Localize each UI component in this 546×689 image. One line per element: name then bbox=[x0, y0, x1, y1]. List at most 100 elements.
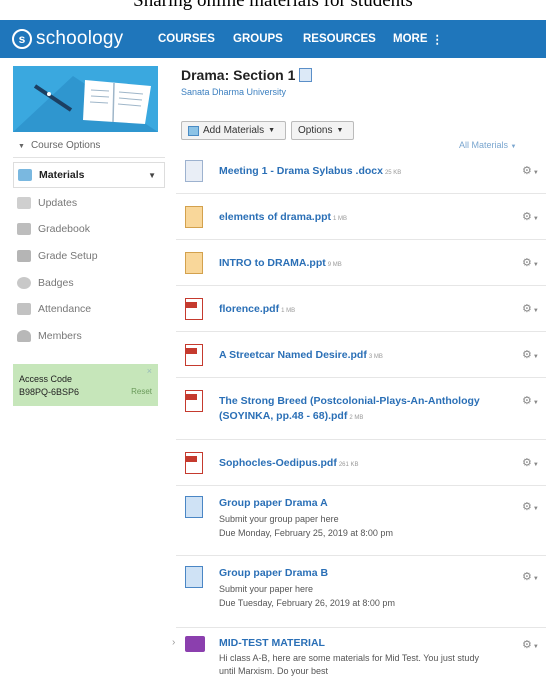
logo-text: schoology bbox=[36, 28, 124, 49]
material-link[interactable]: florence.pdf 1 MB bbox=[219, 302, 295, 319]
material-item[interactable]: A Streetcar Named Desire.pdf 3 MB ⚙▼ bbox=[176, 332, 546, 378]
material-item[interactable]: The Strong Breed (Postcolonial-Plays-An-… bbox=[176, 378, 546, 440]
close-icon[interactable]: × bbox=[147, 366, 152, 376]
divider bbox=[13, 157, 165, 158]
assignment-due-date: Due Monday, February 25, 2019 at 8:00 pm bbox=[219, 528, 393, 538]
gear-menu[interactable]: ⚙▼ bbox=[522, 394, 539, 407]
nav-more[interactable]: MORE ⋮ bbox=[393, 20, 443, 58]
gear-menu[interactable]: ⚙▼ bbox=[522, 570, 539, 583]
nav-groups[interactable]: GROUPS bbox=[233, 20, 283, 58]
add-materials-button[interactable]: Add Materials ▼ bbox=[181, 121, 286, 140]
sidebar-item-label: Grade Setup bbox=[38, 250, 98, 262]
material-item[interactable]: INTRO to DRAMA.ppt 9 MB ⚙▼ bbox=[176, 240, 546, 286]
caret-down-icon: ▼ bbox=[336, 127, 344, 134]
materials-icon bbox=[18, 169, 32, 181]
material-item[interactable]: Sophocles-Oedipus.pdf 261 KB ⚙▼ bbox=[176, 440, 546, 486]
material-item[interactable]: florence.pdf 1 MB ⚙▼ bbox=[176, 286, 546, 332]
pdf-icon bbox=[185, 390, 203, 412]
caret-down-icon: ▼ bbox=[532, 170, 539, 176]
sidebar-item-label: Updates bbox=[38, 197, 78, 209]
sidebar-item-attendance[interactable]: Attendance bbox=[13, 296, 165, 322]
access-code-box: × Access Code B98PQ-6BSP6 Reset bbox=[13, 364, 158, 406]
nav-courses[interactable]: COURSES bbox=[158, 20, 215, 58]
schoology-logo[interactable]: s schoology bbox=[12, 25, 123, 53]
assignment-link[interactable]: Group paper Drama A bbox=[219, 496, 328, 511]
reset-link[interactable]: Reset bbox=[131, 387, 152, 396]
gear-menu[interactable]: ⚙▼ bbox=[522, 164, 539, 177]
pdf-icon bbox=[185, 298, 203, 320]
material-link[interactable]: Sophocles-Oedipus.pdf 261 KB bbox=[219, 456, 359, 473]
access-code-label: Access Code bbox=[19, 374, 73, 384]
top-navigation-bar: s schoology COURSES GROUPS RESOURCES MOR… bbox=[0, 20, 546, 58]
gear-menu[interactable]: ⚙▼ bbox=[522, 638, 539, 651]
materials-panel: Drama: Section 1 Sanata Dharma Universit… bbox=[170, 58, 546, 689]
material-item[interactable]: Group paper Drama B Submit your paper he… bbox=[176, 556, 546, 628]
sidebar-item-materials[interactable]: Materials ▼ bbox=[13, 162, 165, 188]
nav-more-label: MORE bbox=[393, 33, 428, 45]
book-icon bbox=[299, 68, 313, 82]
caret-down-icon: ▼ bbox=[532, 400, 539, 406]
gear-icon: ⚙ bbox=[522, 571, 532, 583]
material-link[interactable]: INTRO to DRAMA.ppt 9 MB bbox=[219, 256, 342, 273]
material-link[interactable]: elements of drama.ppt 1 MB bbox=[219, 210, 347, 227]
badges-icon bbox=[17, 277, 31, 289]
caret-down-icon: ▼ bbox=[532, 262, 539, 268]
folder-icon bbox=[185, 636, 205, 652]
chevron-right-icon[interactable]: › bbox=[172, 637, 175, 648]
course-sidebar: ▼ Course Options Materials ▼ Updates Grad… bbox=[0, 58, 170, 689]
material-link[interactable]: Meeting 1 - Drama Sylabus .docx 25 KB bbox=[219, 164, 401, 181]
caret-down-icon: ▼ bbox=[532, 576, 539, 582]
add-materials-icon bbox=[188, 125, 199, 136]
gear-menu[interactable]: ⚙▼ bbox=[522, 456, 539, 469]
caret-down-icon: ▼ bbox=[532, 216, 539, 222]
document-icon bbox=[185, 160, 203, 182]
course-image[interactable] bbox=[13, 66, 158, 132]
material-link[interactable]: A Streetcar Named Desire.pdf 3 MB bbox=[219, 348, 383, 365]
assignment-icon bbox=[185, 566, 203, 588]
gear-icon: ⚙ bbox=[522, 211, 532, 223]
sidebar-item-members[interactable]: Members bbox=[13, 323, 165, 349]
gear-icon: ⚙ bbox=[522, 257, 532, 269]
assignment-description: Submit your group paper here bbox=[219, 514, 339, 524]
caret-down-icon: ▼ bbox=[268, 127, 276, 134]
sidebar-item-badges[interactable]: Badges bbox=[13, 270, 165, 296]
pdf-icon bbox=[185, 452, 203, 474]
sidebar-item-updates[interactable]: Updates bbox=[13, 190, 165, 216]
course-title: Drama: Section 1 bbox=[181, 67, 296, 83]
university-link[interactable]: Sanata Dharma University bbox=[181, 87, 286, 97]
gear-menu[interactable]: ⚙▼ bbox=[522, 302, 539, 315]
gear-menu[interactable]: ⚙▼ bbox=[522, 348, 539, 361]
updates-icon bbox=[17, 197, 31, 209]
caret-down-icon: ▼ bbox=[532, 354, 539, 360]
members-icon bbox=[17, 330, 31, 342]
gear-icon: ⚙ bbox=[522, 395, 532, 407]
gear-menu[interactable]: ⚙▼ bbox=[522, 210, 539, 223]
sidebar-item-label: Members bbox=[38, 330, 82, 342]
open-book-illustration bbox=[13, 66, 158, 132]
attendance-icon bbox=[17, 303, 31, 315]
caret-down-icon: ▼ bbox=[532, 462, 539, 468]
sidebar-item-grade-setup[interactable]: Grade Setup bbox=[13, 243, 165, 269]
gear-menu[interactable]: ⚙▼ bbox=[522, 256, 539, 269]
page-caption: Sharing online materials for students bbox=[133, 0, 413, 11]
sidebar-item-label: Materials bbox=[39, 169, 85, 181]
material-link[interactable]: The Strong Breed (Postcolonial-Plays-An-… bbox=[219, 394, 480, 426]
gear-icon: ⚙ bbox=[522, 501, 532, 513]
access-code-value: B98PQ-6BSP6 bbox=[19, 387, 80, 397]
material-item[interactable]: Group paper Drama A Submit your group pa… bbox=[176, 486, 546, 556]
material-item[interactable]: elements of drama.ppt 1 MB ⚙▼ bbox=[176, 194, 546, 240]
caret-down-icon: ▼ bbox=[18, 143, 25, 150]
assignment-due-date: Due Tuesday, February 26, 2019 at 8:00 p… bbox=[219, 598, 395, 608]
folder-item[interactable]: › MID-TEST MATERIAL Hi class A-B, here a… bbox=[172, 628, 546, 689]
nav-resources[interactable]: RESOURCES bbox=[303, 20, 376, 58]
sidebar-item-gradebook[interactable]: Gradebook bbox=[13, 216, 165, 242]
options-button[interactable]: Options ▼ bbox=[291, 121, 354, 140]
gear-menu[interactable]: ⚙▼ bbox=[522, 500, 539, 513]
material-item[interactable]: Meeting 1 - Drama Sylabus .docx 25 KB ⚙▼ bbox=[176, 148, 546, 194]
folder-link[interactable]: MID-TEST MATERIAL bbox=[219, 636, 325, 651]
course-options[interactable]: ▼ Course Options bbox=[18, 140, 100, 151]
assignment-link[interactable]: Group paper Drama B bbox=[219, 566, 328, 581]
gear-icon: ⚙ bbox=[522, 639, 532, 651]
caret-down-icon: ▼ bbox=[532, 506, 539, 512]
logo-icon: s bbox=[12, 29, 32, 49]
